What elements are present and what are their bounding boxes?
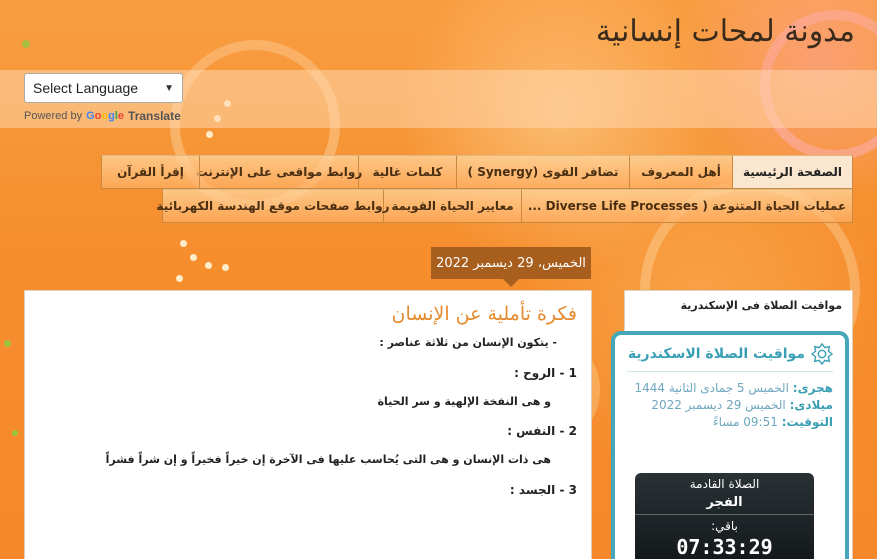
nav-item-kalimat-ghalia[interactable]: كلمات غالية [358,155,457,189]
sidebar: مواقيت الصلاة فى الإسكندرية مواقيت الصلا… [611,290,853,559]
nav-item-home[interactable]: الصفحة الرئيسية [732,155,853,189]
decor-dot [222,264,229,271]
google-letter: G [86,110,95,122]
translate-link[interactable]: Translate [128,109,181,123]
next-prayer-label: الصلاة القادمة [689,477,760,491]
google-letter: g [108,110,115,122]
nav-row-1: الصفحة الرئيسية أهل المعروف تضافر القوى … [97,155,853,189]
post-date-badge: الخميس، 29 ديسمبر 2022 [431,247,591,287]
nav-item-life-standards[interactable]: معايير الحياة القويمة [383,189,522,223]
nav-row-2: عمليات الحياة المتنوعة ( Diverse Life Pr… [97,189,853,223]
decor-dot [176,275,183,282]
hijri-value: الخميس 5 جمادى الثانية 1444 [634,381,789,395]
decor-dot [205,262,212,269]
prayer-times-widget[interactable]: مواقيت الصلاة الاسكندرية هجرى: الخميس 5 … [611,331,849,559]
post-line: - يتكون الإنسان من ثلاثة عناصر : [379,336,557,349]
decor-dot [190,254,197,261]
decor-dot [12,430,18,436]
google-logo[interactable]: Google [86,110,124,122]
post-line: 1 - الروح : [514,365,577,380]
next-prayer-name: الفجر [635,495,814,515]
nav-item-synergy[interactable]: تضافر القوى (Synergy ) [456,155,630,189]
powered-by-google: Powered by Google Translate [24,109,181,123]
nav-item-ahl-almaroof[interactable]: أهل المعروف [629,155,733,189]
nav-item-diverse-life-processes[interactable]: عمليات الحياة المتنوعة ( Diverse Life Pr… [521,189,853,223]
hijri-label: هجرى: [792,381,833,395]
post-line: 3 - الجسد : [509,482,577,497]
powered-by-text: Powered by [24,110,83,122]
post-line: هى ذات الإنسان و هى التى يُحاسب عليها فى… [105,453,551,466]
nav-item-my-websites[interactable]: روابط مواقعى على الإنترنت [196,155,362,189]
post-title[interactable]: فكرة تأملية عن الإنسان [39,303,578,325]
miladi-date: ميلادى: الخميس 29 ديسمبر 2022 [627,397,833,414]
chevron-down-icon: ▼ [164,82,174,94]
decor-dot [4,340,11,347]
countdown-timer: 07:33:29 [676,535,773,559]
miladi-value: الخميس 29 ديسمبر 2022 [651,397,786,412]
miladi-label: ميلادى: [789,397,833,412]
hijri-date: هجرى: الخميس 5 جمادى الثانية 1444 [627,380,833,397]
time-value: 09:51 مساءً [713,414,778,429]
google-letter: e [117,110,125,122]
decor-dot [206,131,213,138]
next-prayer-panel: الصلاة القادمة الفجر باقي: 07:33:29 [635,473,814,559]
prayer-widget-heading: مواقيت الصلاة الاسكندرية [627,346,805,362]
remaining-label: باقي: [711,519,738,533]
language-select-label: Select Language [33,80,139,96]
decor-dot [180,240,187,247]
mosque-star-icon [811,343,833,365]
time-label: التوقيت: [781,414,833,429]
language-select[interactable]: Select Language ▼ [24,73,183,103]
main-navigation: الصفحة الرئيسية أهل المعروف تضافر القوى … [97,155,853,223]
post-line: 2 - النفس : [507,424,577,438]
prayer-widget-header: مواقيت الصلاة الاسكندرية [627,343,833,372]
sidebar-title: مواقيت الصلاة فى الإسكندرية [680,299,842,312]
post-line: و هى النفخة الإلهية و سر الحياة [377,394,551,408]
nav-item-read-quran[interactable]: إقرأ القرآن [101,155,200,189]
current-time: التوقيت: 09:51 مساءً [627,414,833,431]
blog-post: فكرة تأملية عن الإنسان - يتكون الإنسان م… [24,290,592,559]
nav-item-engineering-pages[interactable]: روابط صفحات موقع الهندسة الكهربائية [156,189,390,223]
site-title[interactable]: مدونة لمحات إنسانية [596,14,855,49]
